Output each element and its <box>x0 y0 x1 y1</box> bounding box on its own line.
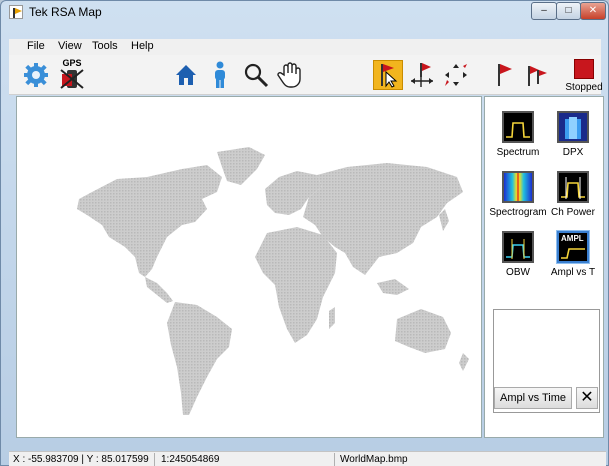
tool-spectrogram[interactable]: Spectrogram <box>488 171 548 218</box>
status-divider <box>154 453 155 466</box>
spread-flag-button[interactable] <box>441 60 471 90</box>
menu-help[interactable]: Help <box>131 40 154 52</box>
move-flag-button[interactable] <box>407 60 437 90</box>
flag-button[interactable] <box>489 60 519 90</box>
spread-flag-icon <box>445 64 467 86</box>
multi-flag-button[interactable] <box>521 60 551 90</box>
tool-label: Spectrum <box>496 147 540 158</box>
app-flag-icon <box>9 5 23 19</box>
person-button[interactable] <box>205 60 235 90</box>
spectrogram-icon <box>502 171 534 203</box>
measurement-panel: Spectrum DPX Spectrogram Ch Power OBW AM… <box>484 96 604 438</box>
tool-label: Spectrogram <box>489 207 547 218</box>
tool-label: Ch Power <box>551 207 595 218</box>
ch-power-icon <box>557 171 589 203</box>
pan-button[interactable] <box>275 60 305 90</box>
ampl-badge: AMPL <box>561 234 584 243</box>
tool-label: Ampl vs T <box>550 267 596 278</box>
spectrum-icon <box>502 111 534 143</box>
world-map <box>77 147 469 415</box>
menu-file[interactable]: File <box>27 40 45 52</box>
gear-icon <box>24 63 48 87</box>
person-icon <box>215 61 225 88</box>
status-divider <box>334 453 335 466</box>
toolbar: GPS Stopped <box>9 55 603 95</box>
tool-dpx[interactable]: DPX <box>543 111 603 158</box>
close-icon[interactable]: ✕ <box>576 387 598 409</box>
tool-ampl-vs-time[interactable]: AMPL Ampl vs T <box>543 231 603 278</box>
tool-ch-power[interactable]: Ch Power <box>543 171 603 218</box>
preview-label-button[interactable]: Ampl vs Time <box>494 387 572 409</box>
obw-icon <box>502 231 534 263</box>
gps-button[interactable]: GPS <box>57 55 87 93</box>
move-flag-icon <box>411 63 433 87</box>
tool-obw[interactable]: OBW <box>488 231 548 278</box>
close-button[interactable]: ✕ <box>580 2 606 20</box>
tool-label: OBW <box>506 267 530 278</box>
multi-flag-icon <box>528 66 547 86</box>
tool-spectrum[interactable]: Spectrum <box>488 111 548 158</box>
stopped-label: Stopped <box>565 82 603 93</box>
minimize-button[interactable]: – <box>531 2 557 20</box>
status-bar: X : -55.983709 | Y : 85.017599 1:2450548… <box>9 451 606 466</box>
status-scale: 1:245054869 <box>161 454 220 465</box>
map-view[interactable] <box>16 96 482 438</box>
tool-label: DPX <box>562 147 584 158</box>
status-coordinates: X : -55.983709 | Y : 85.017599 <box>13 454 149 465</box>
home-icon <box>176 65 196 85</box>
select-flag-icon <box>381 64 398 88</box>
app-window: Tek RSA Map – □ ✕ File View Tools Help G… <box>0 0 609 466</box>
flag-icon <box>498 64 512 86</box>
gps-icon <box>60 69 84 89</box>
window-title: Tek RSA Map <box>29 5 102 19</box>
status-file: WorldMap.bmp <box>340 454 408 465</box>
maximize-button[interactable]: □ <box>556 2 581 20</box>
title-bar[interactable]: Tek RSA Map – □ ✕ <box>1 1 608 23</box>
ampl-vs-time-icon: AMPL <box>557 231 589 263</box>
select-flag-button[interactable] <box>373 60 403 90</box>
hand-pan-icon <box>277 62 301 88</box>
menu-tools[interactable]: Tools <box>92 40 118 52</box>
stop-button[interactable]: Stopped <box>565 56 603 94</box>
gps-label: GPS <box>62 58 82 68</box>
continents <box>77 147 469 415</box>
dpx-icon <box>557 111 589 143</box>
menu-bar: File View Tools Help <box>9 39 601 55</box>
menu-view[interactable]: View <box>58 40 82 52</box>
stop-icon <box>574 59 594 79</box>
home-button[interactable] <box>171 60 201 90</box>
settings-button[interactable] <box>21 60 51 90</box>
zoom-button[interactable] <box>241 60 271 90</box>
magnifier-icon <box>244 63 269 88</box>
